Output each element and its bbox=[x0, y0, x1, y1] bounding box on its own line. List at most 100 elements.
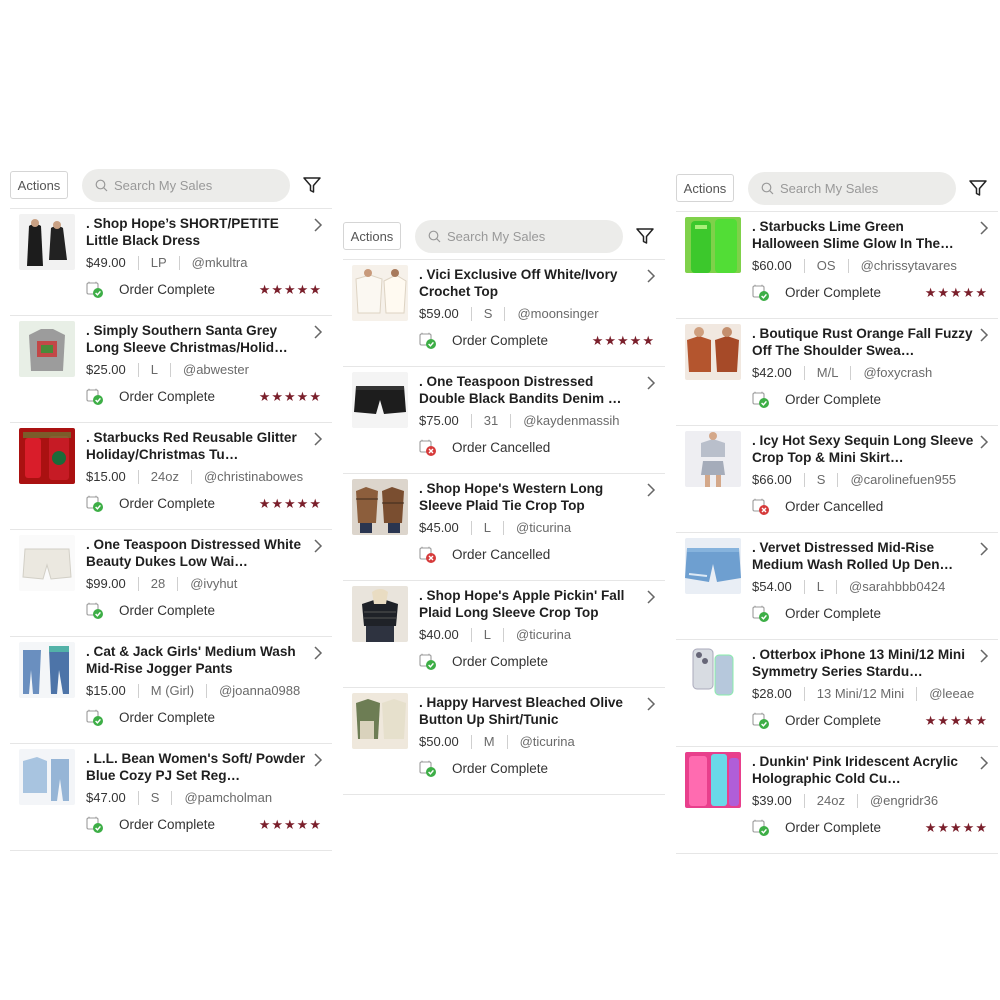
chevron-right-icon[interactable] bbox=[312, 752, 324, 768]
product-title[interactable]: . Shop Hope's Western Long Sleeve Plaid … bbox=[419, 480, 641, 514]
product-thumbnail[interactable] bbox=[19, 214, 75, 270]
filter-icon[interactable] bbox=[968, 178, 988, 198]
sale-row[interactable]: . Happy Harvest Bleached Olive Button Up… bbox=[343, 688, 665, 795]
divider bbox=[137, 469, 139, 484]
product-thumbnail[interactable] bbox=[352, 372, 408, 428]
sale-row[interactable]: . One Teaspoon Distressed Double Black B… bbox=[343, 367, 665, 474]
sale-row[interactable]: . Shop Hope’s SHORT/PETITE Little Black … bbox=[10, 209, 332, 316]
chevron-right-icon[interactable] bbox=[978, 327, 990, 343]
search-bar[interactable] bbox=[748, 172, 956, 205]
divider bbox=[850, 365, 852, 380]
buyer-username[interactable]: @ivyhut bbox=[190, 576, 237, 591]
product-title[interactable]: . Icy Hot Sexy Sequin Long Sleeve Crop T… bbox=[752, 432, 974, 466]
sale-row[interactable]: . Vici Exclusive Off White/Ivory Crochet… bbox=[343, 260, 665, 367]
chevron-right-icon[interactable] bbox=[645, 375, 657, 391]
chevron-right-icon[interactable] bbox=[312, 645, 324, 661]
sale-row[interactable]: . Otterbox iPhone 13 Mini/12 Mini Symmet… bbox=[676, 640, 998, 747]
actions-button[interactable]: Actions bbox=[676, 174, 734, 202]
chevron-right-icon[interactable] bbox=[645, 589, 657, 605]
product-title[interactable]: . Happy Harvest Bleached Olive Button Up… bbox=[419, 694, 641, 728]
chevron-right-icon[interactable] bbox=[978, 434, 990, 450]
product-title[interactable]: . Vervet Distressed Mid-Rise Medium Wash… bbox=[752, 539, 974, 573]
sale-row[interactable]: . Simply Southern Santa Grey Long Sleeve… bbox=[10, 316, 332, 423]
product-thumbnail[interactable] bbox=[685, 645, 741, 701]
chevron-right-icon[interactable] bbox=[312, 431, 324, 447]
buyer-username[interactable]: @joanna0988 bbox=[219, 683, 300, 698]
product-thumbnail[interactable] bbox=[352, 479, 408, 535]
product-title[interactable]: . Boutique Rust Orange Fall Fuzzy Off Th… bbox=[752, 325, 974, 359]
sale-row[interactable]: . L.L. Bean Women's Soft/ Powder Blue Co… bbox=[10, 744, 332, 851]
filter-icon[interactable] bbox=[302, 175, 322, 195]
chevron-right-icon[interactable] bbox=[312, 217, 324, 233]
search-input[interactable] bbox=[447, 229, 607, 244]
chevron-right-icon[interactable] bbox=[645, 482, 657, 498]
product-thumbnail[interactable] bbox=[685, 324, 741, 380]
product-title[interactable]: . Dunkin' Pink Iridescent Acrylic Hologr… bbox=[752, 753, 974, 787]
sale-row[interactable]: . Dunkin' Pink Iridescent Acrylic Hologr… bbox=[676, 747, 998, 854]
chevron-right-icon[interactable] bbox=[645, 696, 657, 712]
product-thumbnail[interactable] bbox=[685, 752, 741, 808]
product-title[interactable]: . Vici Exclusive Off White/Ivory Crochet… bbox=[419, 266, 641, 300]
product-thumbnail[interactable] bbox=[352, 265, 408, 321]
sale-row[interactable]: . Boutique Rust Orange Fall Fuzzy Off Th… bbox=[676, 319, 998, 426]
product-title[interactable]: . Starbucks Lime Green Halloween Slime G… bbox=[752, 218, 974, 252]
search-input[interactable] bbox=[114, 178, 274, 193]
product-title[interactable]: . Otterbox iPhone 13 Mini/12 Mini Symmet… bbox=[752, 646, 974, 680]
product-thumbnail[interactable] bbox=[19, 428, 75, 484]
sale-row[interactable]: . Starbucks Lime Green Halloween Slime G… bbox=[676, 212, 998, 319]
chevron-right-icon[interactable] bbox=[978, 541, 990, 557]
product-title[interactable]: . Shop Hope's Apple Pickin' Fall Plaid L… bbox=[419, 587, 641, 621]
sale-row[interactable]: . One Teaspoon Distressed White Beauty D… bbox=[10, 530, 332, 637]
buyer-username[interactable]: @moonsinger bbox=[517, 306, 598, 321]
chevron-right-icon[interactable] bbox=[978, 648, 990, 664]
sale-meta: $28.00 13 Mini/12 Mini @leeae bbox=[752, 686, 974, 701]
buyer-username[interactable]: @kaydenmassih bbox=[523, 413, 619, 428]
sale-row[interactable]: . Cat & Jack Girls' Medium Wash Mid-Rise… bbox=[10, 637, 332, 744]
product-thumbnail[interactable] bbox=[19, 321, 75, 377]
product-thumbnail[interactable] bbox=[685, 431, 741, 487]
product-thumbnail[interactable] bbox=[685, 217, 741, 273]
chevron-right-icon[interactable] bbox=[645, 268, 657, 284]
sale-row[interactable]: . Starbucks Red Reusable Glitter Holiday… bbox=[10, 423, 332, 530]
sale-row[interactable]: . Shop Hope's Western Long Sleeve Plaid … bbox=[343, 474, 665, 581]
product-thumbnail[interactable] bbox=[19, 749, 75, 805]
sale-row[interactable]: . Vervet Distressed Mid-Rise Medium Wash… bbox=[676, 533, 998, 640]
buyer-username[interactable]: @chrissytavares bbox=[861, 258, 957, 273]
product-title[interactable]: . Cat & Jack Girls' Medium Wash Mid-Rise… bbox=[86, 643, 308, 677]
search-bar[interactable] bbox=[415, 220, 623, 253]
buyer-username[interactable]: @ticurina bbox=[516, 520, 571, 535]
chevron-right-icon[interactable] bbox=[312, 538, 324, 554]
filter-icon[interactable] bbox=[635, 226, 655, 246]
product-thumbnail[interactable] bbox=[19, 642, 75, 698]
product-thumbnail[interactable] bbox=[19, 535, 75, 591]
actions-button[interactable]: Actions bbox=[343, 222, 401, 250]
buyer-username[interactable]: @foxycrash bbox=[863, 365, 932, 380]
buyer-username[interactable]: @pamcholman bbox=[184, 790, 272, 805]
product-title[interactable]: . L.L. Bean Women's Soft/ Powder Blue Co… bbox=[86, 750, 308, 784]
buyer-username[interactable]: @abwester bbox=[183, 362, 249, 377]
buyer-username[interactable]: @engridr36 bbox=[870, 793, 938, 808]
buyer-username[interactable]: @mkultra bbox=[192, 255, 248, 270]
product-title[interactable]: . Shop Hope’s SHORT/PETITE Little Black … bbox=[86, 215, 308, 249]
sale-row[interactable]: . Shop Hope's Apple Pickin' Fall Plaid L… bbox=[343, 581, 665, 688]
buyer-username[interactable]: @carolinefuen955 bbox=[850, 472, 956, 487]
buyer-username[interactable]: @sarahbbb0424 bbox=[849, 579, 945, 594]
product-thumbnail[interactable] bbox=[352, 586, 408, 642]
product-thumbnail[interactable] bbox=[352, 693, 408, 749]
product-thumbnail[interactable] bbox=[685, 538, 741, 594]
product-title[interactable]: . One Teaspoon Distressed White Beauty D… bbox=[86, 536, 308, 570]
search-bar[interactable] bbox=[82, 169, 290, 202]
product-title[interactable]: . One Teaspoon Distressed Double Black B… bbox=[419, 373, 641, 407]
chevron-right-icon[interactable] bbox=[978, 220, 990, 236]
buyer-username[interactable]: @christinabowes bbox=[204, 469, 303, 484]
buyer-username[interactable]: @ticurina bbox=[516, 627, 571, 642]
chevron-right-icon[interactable] bbox=[978, 755, 990, 771]
buyer-username[interactable]: @ticurina bbox=[520, 734, 575, 749]
actions-button[interactable]: Actions bbox=[10, 171, 68, 199]
product-title[interactable]: . Simply Southern Santa Grey Long Sleeve… bbox=[86, 322, 308, 356]
buyer-username[interactable]: @leeae bbox=[929, 686, 974, 701]
product-title[interactable]: . Starbucks Red Reusable Glitter Holiday… bbox=[86, 429, 308, 463]
chevron-right-icon[interactable] bbox=[312, 324, 324, 340]
search-input[interactable] bbox=[780, 181, 940, 196]
sale-row[interactable]: . Icy Hot Sexy Sequin Long Sleeve Crop T… bbox=[676, 426, 998, 533]
